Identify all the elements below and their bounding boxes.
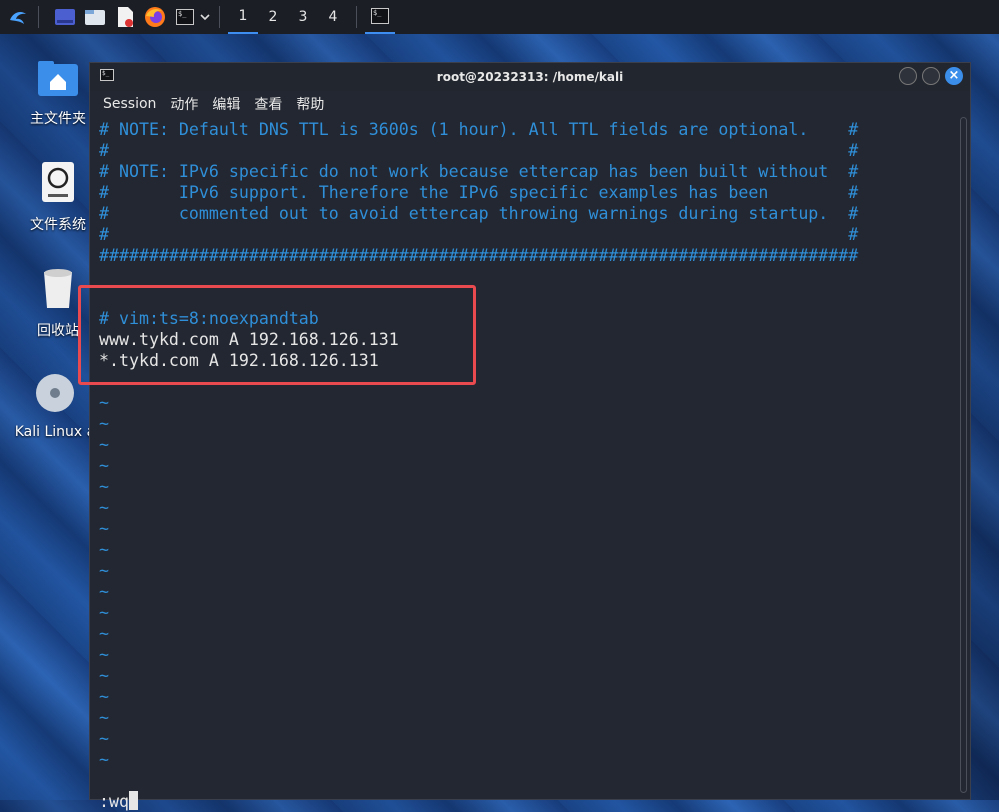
workspace-3[interactable]: 3 xyxy=(288,0,318,34)
terminal-icon: $_ xyxy=(371,8,389,24)
hard-drive-icon xyxy=(18,160,98,208)
comment-line: ########################################… xyxy=(99,246,859,265)
empty-line-marker: ~ xyxy=(99,519,109,538)
menu-view[interactable]: 查看 xyxy=(254,94,282,114)
empty-line-marker: ~ xyxy=(99,435,109,454)
empty-line-marker: ~ xyxy=(99,498,109,517)
minimize-button[interactable] xyxy=(899,67,917,85)
desktop-home-folder[interactable]: 主文件夹 xyxy=(18,58,98,128)
vim-command-line: :wq xyxy=(99,791,961,812)
comment-line: # # xyxy=(99,141,859,160)
menu-session[interactable]: Session xyxy=(103,96,156,112)
empty-line-marker: ~ xyxy=(99,540,109,559)
empty-line-marker: ~ xyxy=(99,750,109,769)
scrollbar[interactable] xyxy=(960,117,967,793)
workspace-2[interactable]: 2 xyxy=(258,0,288,34)
taskbar-separator xyxy=(219,6,220,28)
empty-line-marker: ~ xyxy=(99,477,109,496)
empty-line-marker: ~ xyxy=(99,561,109,580)
text-cursor xyxy=(128,791,138,810)
text-editor-icon[interactable] xyxy=(113,5,137,29)
active-terminal-task[interactable]: $_ xyxy=(365,0,395,34)
comment-line: # NOTE: IPv6 specific do not work becaus… xyxy=(99,162,859,181)
taskbar-separator xyxy=(356,6,357,28)
firefox-icon[interactable] xyxy=(143,5,167,29)
comment-line: # commented out to avoid ettercap throwi… xyxy=(99,204,859,223)
empty-line-marker: ~ xyxy=(99,666,109,685)
menu-help[interactable]: 帮助 xyxy=(296,94,324,114)
taskbar-separator xyxy=(38,6,39,28)
empty-line-marker: ~ xyxy=(99,582,109,601)
terminal-icon[interactable]: $_ xyxy=(173,5,197,29)
workspace-4[interactable]: 4 xyxy=(318,0,348,34)
desktop-file-system[interactable]: 文件系统 xyxy=(18,160,98,234)
empty-line-marker: ~ xyxy=(99,603,109,622)
maximize-button[interactable] xyxy=(922,67,940,85)
file-manager-icon[interactable] xyxy=(83,5,107,29)
menu-bar: Session 动作 编辑 查看 帮助 xyxy=(90,91,970,117)
empty-line-marker: ~ xyxy=(99,729,109,748)
empty-line-marker: ~ xyxy=(99,414,109,433)
comment-line: # NOTE: Default DNS TTL is 3600s (1 hour… xyxy=(99,120,859,139)
highlight-annotation xyxy=(78,285,476,385)
comment-line: # IPv6 support. Therefore the IPv6 speci… xyxy=(99,183,859,202)
close-button[interactable]: × xyxy=(945,67,963,85)
kali-menu-icon[interactable] xyxy=(6,5,30,29)
window-titlebar[interactable]: $_ root@20232313: /home/kali × xyxy=(90,63,970,91)
terminal-content[interactable]: # NOTE: Default DNS TTL is 3600s (1 hour… xyxy=(99,119,961,811)
empty-line-marker: ~ xyxy=(99,624,109,643)
close-icon: × xyxy=(948,68,960,83)
desktop-icon-label: 主文件夹 xyxy=(30,111,86,127)
empty-line-marker: ~ xyxy=(99,708,109,727)
window-title: root@20232313: /home/kali xyxy=(436,70,624,84)
menu-actions[interactable]: 动作 xyxy=(170,94,198,114)
workspace-1[interactable]: 1 xyxy=(228,0,258,34)
home-folder-icon xyxy=(18,58,98,102)
taskbar: $_ 1 2 3 4 $_ xyxy=(0,0,999,34)
desktop-icon[interactable] xyxy=(53,5,77,29)
chevron-down-icon[interactable] xyxy=(199,5,211,29)
desktop-icon-label: 文件系统 xyxy=(30,217,86,233)
empty-line-marker: ~ xyxy=(99,645,109,664)
terminal-window: $_ root@20232313: /home/kali × Session 动… xyxy=(89,62,971,811)
comment-line: # # xyxy=(99,225,859,244)
menu-edit[interactable]: 编辑 xyxy=(212,94,240,114)
empty-line-marker: ~ xyxy=(99,687,109,706)
empty-line-marker: ~ xyxy=(99,393,109,412)
desktop-icon-label: Kali Linux a xyxy=(14,424,96,440)
empty-line-marker: ~ xyxy=(99,456,109,475)
